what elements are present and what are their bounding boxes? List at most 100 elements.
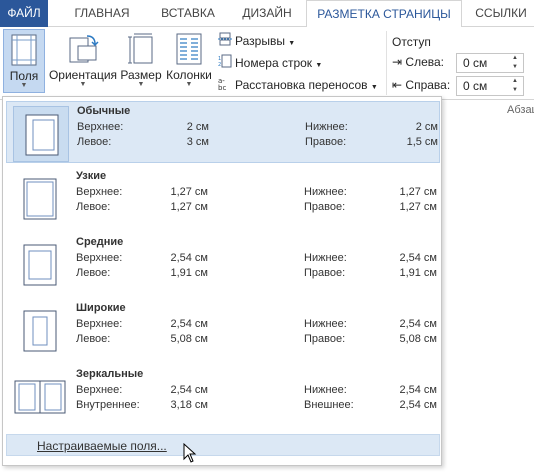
tab-home[interactable]: ГЛАВНАЯ xyxy=(62,0,142,27)
top-value: 2,54 см xyxy=(170,318,208,330)
left-label: Левое: xyxy=(76,267,111,279)
custom-margins-menu-item[interactable]: Настраиваемые поля... xyxy=(6,434,440,456)
bottom-label: Нижнее: xyxy=(305,121,348,133)
preset-name: Обычные xyxy=(77,105,131,117)
bottom-value: 2,54 см xyxy=(399,252,437,264)
orientation-button[interactable]: Ориентация ▼ xyxy=(48,29,118,93)
columns-button[interactable]: Колонки ▼ xyxy=(164,29,214,93)
breaks-label: Разрывы xyxy=(235,34,285,48)
svg-text:2: 2 xyxy=(218,62,221,68)
right-value: 1,91 см xyxy=(399,267,437,279)
top-value: 2 см xyxy=(186,121,209,133)
inside-value: 3,18 см xyxy=(170,399,208,411)
page-margins-wide-icon xyxy=(12,303,68,359)
top-value: 1,27 см xyxy=(170,186,208,198)
preset-name: Зеркальные xyxy=(76,368,144,380)
indent-left-input[interactable]: 0 см ▲ ▼ xyxy=(456,53,524,73)
top-value: 2,54 см xyxy=(170,384,208,396)
ribbon-tab-bar: ФАЙЛ ГЛАВНАЯ ВСТАВКА ДИЗАЙН РАЗМЕТКА СТР… xyxy=(0,0,534,28)
columns-label: Колонки xyxy=(166,68,212,82)
bottom-value: 2,54 см xyxy=(399,384,437,396)
mouse-cursor-icon xyxy=(183,442,197,466)
top-label: Верхнее: xyxy=(76,384,123,396)
size-button[interactable]: Размер ▼ xyxy=(119,29,163,93)
indent-left-label: Слева: xyxy=(405,55,444,69)
hyphenation-button[interactable]: a-bc Расстановка переносов ▼ xyxy=(218,75,378,95)
page-margins-narrow-icon xyxy=(12,171,68,227)
columns-icon xyxy=(176,33,202,68)
indent-right-label: Справа: xyxy=(405,78,451,92)
indent-right-icon: ⇤ xyxy=(392,78,403,92)
preset-name: Широкие xyxy=(76,302,126,314)
indent-right-input[interactable]: 0 см ▲ ▼ xyxy=(456,76,524,96)
indent-left-value: 0 см xyxy=(463,56,488,70)
chevron-down-icon: ▼ xyxy=(370,84,378,91)
svg-text:bc: bc xyxy=(218,84,226,90)
bottom-label: Нижнее: xyxy=(304,252,347,264)
size-icon xyxy=(127,33,155,68)
chevron-down-icon: ▼ xyxy=(288,40,296,47)
bottom-label: Нижнее: xyxy=(304,384,347,396)
preset-name: Средние xyxy=(76,236,124,248)
bottom-value: 1,27 см xyxy=(399,186,437,198)
tab-page-layout[interactable]: РАЗМЕТКА СТРАНИЦЫ xyxy=(306,0,462,28)
breaks-icon xyxy=(218,32,232,52)
inside-label: Внутреннее: xyxy=(76,399,140,411)
left-label: Левое: xyxy=(77,136,112,148)
preset-name: Узкие xyxy=(76,170,107,182)
left-value: 3 см xyxy=(186,136,209,148)
margin-preset-normal[interactable]: Обычные Верхнее: 2 см Нижнее: 2 см Левое… xyxy=(6,101,440,163)
top-label: Верхнее: xyxy=(77,121,124,133)
ribbon-page-layout: Поля ▼ Ориентация ▼ Размер ▼ Колонки ▼ Р… xyxy=(0,27,534,116)
left-label: Левое: xyxy=(76,333,111,345)
chevron-down-icon: ▼ xyxy=(185,81,193,88)
indent-title: Отступ xyxy=(392,35,431,49)
indent-left-icon: ⇥ xyxy=(392,55,403,69)
breaks-button[interactable]: Разрывы ▼ xyxy=(218,31,295,51)
indent-right-row: ⇤ Справа: 0 см ▲ ▼ xyxy=(392,76,534,96)
bottom-label: Нижнее: xyxy=(304,318,347,330)
spin-arrows-icon[interactable]: ▲ ▼ xyxy=(512,77,521,95)
tab-insert[interactable]: ВСТАВКА xyxy=(148,0,228,27)
margin-preset-narrow[interactable]: Узкие Верхнее: 1,27 см Нижнее: 1,27 см Л… xyxy=(6,167,440,229)
margins-dropdown: Обычные Верхнее: 2 см Нижнее: 2 см Левое… xyxy=(2,96,442,466)
page-margins-moderate-icon xyxy=(12,237,68,293)
tab-references[interactable]: ССЫЛКИ xyxy=(468,0,534,27)
tab-file[interactable]: ФАЙЛ xyxy=(0,0,48,27)
page-margins-normal-icon xyxy=(13,106,69,162)
size-label: Размер xyxy=(120,68,162,82)
outside-value: 2,54 см xyxy=(399,399,437,411)
line-numbers-icon: 12 xyxy=(218,54,232,74)
right-value: 1,5 см xyxy=(406,136,438,148)
top-label: Верхнее: xyxy=(76,318,123,330)
right-label: Правое: xyxy=(304,201,346,213)
chevron-down-icon: ▼ xyxy=(137,81,145,88)
chevron-down-icon: ▼ xyxy=(315,62,323,69)
right-value: 1,27 см xyxy=(399,201,437,213)
left-value: 1,91 см xyxy=(170,267,208,279)
bottom-label: Нижнее: xyxy=(304,186,347,198)
paragraph-group-label: Абзац xyxy=(507,104,534,116)
indent-right-value: 0 см xyxy=(463,79,488,93)
top-label: Верхнее: xyxy=(76,186,123,198)
margin-preset-wide[interactable]: Широкие Верхнее: 2,54 см Нижнее: 2,54 см… xyxy=(6,299,440,361)
right-label: Правое: xyxy=(304,333,346,345)
right-label: Правое: xyxy=(305,136,347,148)
margins-label: Поля xyxy=(9,69,39,83)
hyphenation-icon: a-bc xyxy=(218,76,232,96)
margins-button[interactable]: Поля ▼ xyxy=(3,29,45,93)
spin-arrows-icon[interactable]: ▲ ▼ xyxy=(512,54,521,72)
margin-preset-mirrored[interactable]: Зеркальные Верхнее: 2,54 см Нижнее: 2,54… xyxy=(6,365,440,427)
top-value: 2,54 см xyxy=(170,252,208,264)
right-label: Правое: xyxy=(304,267,346,279)
left-label: Левое: xyxy=(76,201,111,213)
margin-preset-moderate[interactable]: Средние Верхнее: 2,54 см Нижнее: 2,54 см… xyxy=(6,233,440,295)
tab-design[interactable]: ДИЗАЙН xyxy=(232,0,302,27)
group-separator xyxy=(386,31,387,95)
bottom-value: 2,54 см xyxy=(399,318,437,330)
line-numbers-button[interactable]: 12 Номера строк ▼ xyxy=(218,53,322,73)
left-value: 1,27 см xyxy=(170,201,208,213)
bottom-value: 2 см xyxy=(415,121,438,133)
outside-label: Внешнее: xyxy=(304,399,354,411)
orientation-icon xyxy=(67,33,99,68)
